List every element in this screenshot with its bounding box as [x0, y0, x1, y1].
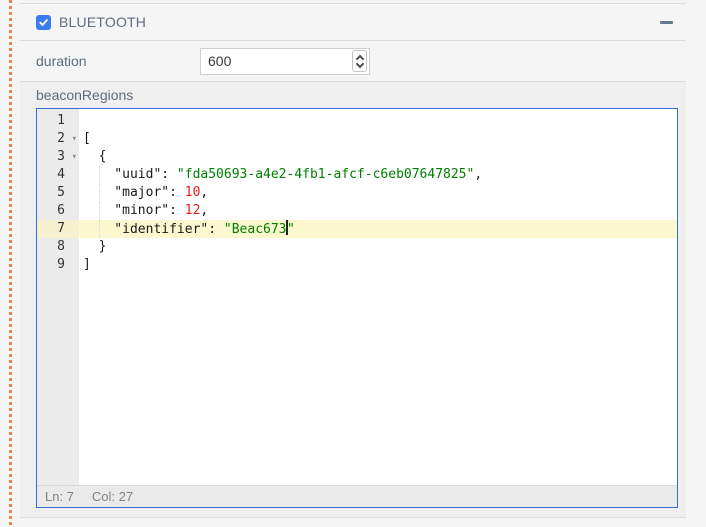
gutter-line-number: 2▾	[37, 130, 79, 148]
fold-toggle-icon[interactable]: ▾	[72, 130, 77, 148]
duration-input-wrap	[200, 48, 370, 75]
code-line[interactable]: ]	[79, 256, 677, 274]
duration-label: duration	[36, 53, 200, 69]
code-line[interactable]: "uuid": "fda50693-a4e2-4fb1-afcf-c6eb076…	[79, 166, 677, 184]
code-token: 12	[185, 203, 201, 218]
divider	[20, 517, 686, 518]
code-line[interactable]: [	[79, 130, 677, 148]
beacon-regions-label: beaconRegions	[36, 87, 678, 103]
fold-toggle-icon[interactable]: ▾	[72, 148, 77, 166]
bluetooth-checkbox[interactable]	[36, 15, 51, 30]
gutter-line-number: 9	[37, 256, 79, 274]
code-token: ,	[200, 185, 208, 200]
code-token: {	[83, 149, 106, 164]
gutter-line-number: 1	[37, 112, 79, 130]
gutter-line-number: 3▾	[37, 148, 79, 166]
indent-guide	[99, 166, 100, 184]
code-token: "	[287, 222, 295, 237]
section-title: BLUETOOTH	[59, 14, 146, 30]
code-token: "Beac673	[224, 222, 287, 237]
code-line[interactable]: "identifier": "Beac673"	[79, 220, 677, 238]
component-selection-outline	[9, 0, 12, 527]
editor-status-bar: Ln: 7 Col: 27	[37, 485, 677, 507]
code-token: ,	[474, 167, 482, 182]
code-token: ]	[83, 257, 91, 272]
code-line[interactable]: "major": 10,	[79, 184, 677, 202]
editor-code[interactable]: [ { "uuid": "fda50693-a4e2-4fb1-afcf-c6e…	[79, 109, 677, 485]
editor-body[interactable]: 12▾3▾456789 [ { "uuid": "fda50693-a4e2-4…	[37, 109, 677, 485]
code-token: 10	[185, 185, 201, 200]
editor-gutter: 12▾3▾456789	[37, 109, 79, 485]
beacon-regions-row: beaconRegions 12▾3▾456789 [ { "uuid": "f…	[20, 82, 686, 517]
collapse-section-button[interactable]	[656, 14, 676, 30]
minus-icon	[660, 21, 673, 24]
code-token: }	[83, 239, 106, 254]
indent-guide	[99, 220, 100, 238]
section-header-row: BLUETOOTH	[20, 4, 686, 40]
number-stepper[interactable]	[352, 50, 367, 72]
code-token: "identifier":	[83, 222, 224, 237]
code-token: [	[83, 131, 91, 146]
json-code-editor[interactable]: 12▾3▾456789 [ { "uuid": "fda50693-a4e2-4…	[36, 108, 678, 508]
code-line[interactable]	[79, 112, 677, 130]
gutter-line-number: 6	[37, 202, 79, 220]
gutter-line-number: 7	[37, 220, 79, 238]
duration-input[interactable]	[200, 48, 370, 75]
status-col-indicator: Col: 27	[92, 489, 133, 504]
code-line[interactable]: {	[79, 148, 677, 166]
indent-guide	[99, 202, 100, 220]
code-token: "fda50693-a4e2-4fb1-afcf-c6eb07647825"	[177, 167, 474, 182]
code-line[interactable]: "minor": 12,	[79, 202, 677, 220]
code-line[interactable]: }	[79, 238, 677, 256]
gutter-line-number: 5	[37, 184, 79, 202]
duration-row: duration	[20, 41, 686, 81]
bluetooth-settings-panel: BLUETOOTH duration beaconRegions 12▾3▾45…	[20, 3, 686, 518]
checkmark-icon	[38, 17, 49, 28]
gutter-line-number: 8	[37, 238, 79, 256]
status-line-indicator: Ln: 7	[45, 489, 74, 504]
indent-guide	[99, 184, 100, 202]
code-token: "uuid":	[83, 167, 177, 182]
gutter-line-number: 4	[37, 166, 79, 184]
code-token: ,	[200, 203, 208, 218]
